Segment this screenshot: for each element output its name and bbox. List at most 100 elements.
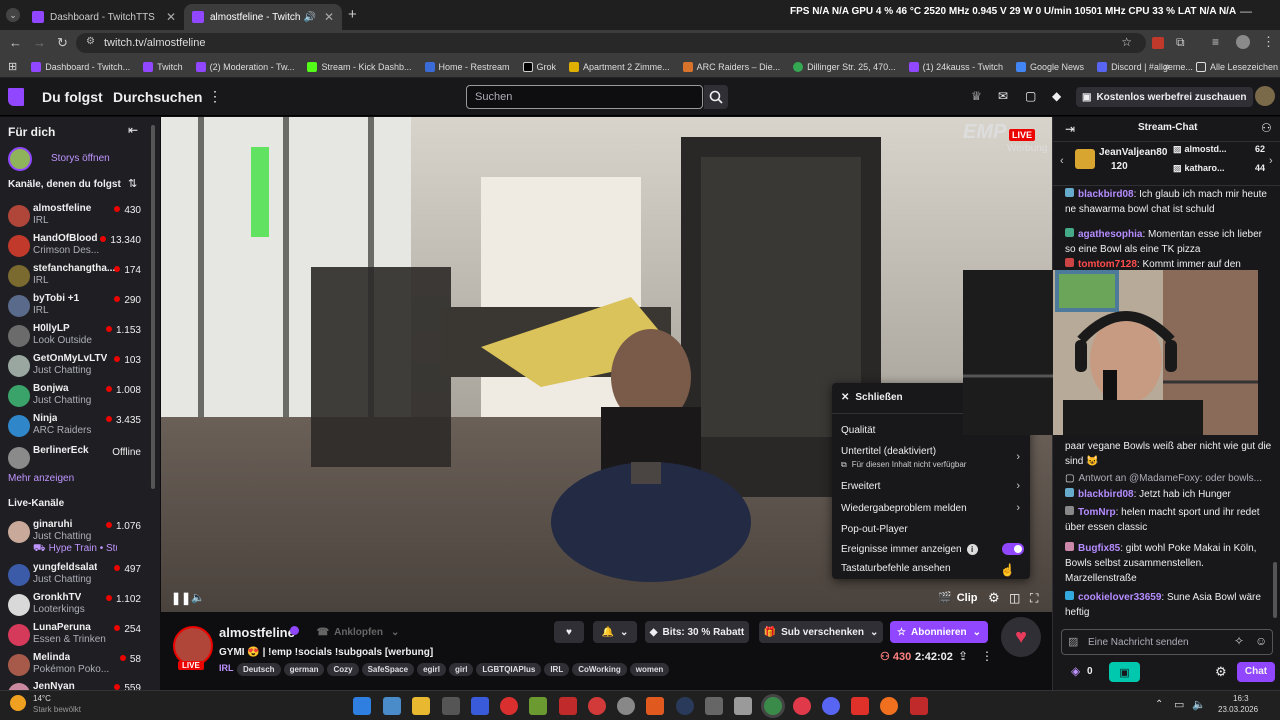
follow-heart-button[interactable]: ♥ [554,621,584,643]
chat-message[interactable]: blackbird08: Jetzt hab ich Hunger [1065,487,1273,502]
sidebar-live-channel[interactable]: yungfeldsalat Just Chatting 497 [0,560,155,590]
show-more-link[interactable]: Mehr anzeigen [8,473,74,484]
ring-app-icon[interactable] [617,697,635,715]
file-explorer-icon[interactable] [412,697,430,715]
close-tab-icon[interactable]: ✕ [324,10,334,24]
bookmark-item[interactable]: (2) Moderation - Tw... [195,61,294,72]
weather-icon[interactable] [10,695,26,711]
sidebar-channel[interactable]: GetOnMyLvLTV Just Chatting 103 [0,351,155,381]
chat-message[interactable]: TomNrp: helen macht sport und ihr redet … [1065,505,1273,535]
collapse-chat-icon[interactable]: ⇥ [1065,122,1075,136]
inbox-icon[interactable]: ✉ [998,89,1008,103]
orange-app-icon[interactable] [646,697,664,715]
magic-icon[interactable]: ✧ [1234,634,1244,648]
clip-button[interactable]: 🎬 Clip [938,591,977,605]
sidebar-channel[interactable]: Bonjwa Just Chatting 1.008 [0,381,155,411]
chat-username[interactable]: blackbird08 [1078,189,1134,200]
red-circle-app-icon[interactable] [588,697,606,715]
adfree-button[interactable]: ▣ Kostenlos werbefrei zuschauen [1076,87,1253,107]
extensions-puzzle-icon[interactable]: ⧉ [1176,35,1185,50]
forward-icon[interactable]: → [33,35,46,50]
stories-open[interactable]: Storys öffnen [8,147,158,171]
collapse-sidebar-icon[interactable]: ⇤ [128,123,138,137]
reading-list-icon[interactable]: ≡ [1212,35,1219,49]
apps-grid-icon[interactable]: ⊞ [8,60,17,73]
audio-icon[interactable]: 🔊 [303,12,315,23]
sidebar-channel[interactable]: byTobi +1 IRL 290 [0,291,155,321]
leaderboard-prev-icon[interactable]: ‹ [1060,155,1064,167]
stream-tag[interactable]: german [283,663,325,676]
hype-heart-button[interactable]: ♥ [1001,617,1041,657]
user-avatar[interactable] [1255,86,1275,106]
browser-tab-dashboard[interactable]: Dashboard - TwitchTTS ✕ [24,4,184,30]
claim-bonus-button[interactable]: ▣ [1109,662,1140,682]
sidebar-live-channel[interactable]: ginaruhi Just Chatting 1.076 ⛟ Hype Train • … [0,517,155,554]
bookmark-item[interactable]: ARC Raiders – Die... [682,61,780,72]
chrome-icon[interactable] [764,697,782,715]
settings-gear-icon[interactable]: ⚙ [988,590,1000,606]
nav-following[interactable]: Du folgst [42,89,103,105]
steam-icon[interactable] [676,697,694,715]
new-tab-button[interactable]: + [348,6,357,23]
search-input[interactable]: Suchen [466,85,703,109]
browser-tab-almostfeline[interactable]: almostfeline - Twitch 🔊 ✕ [184,4,342,30]
chat-username[interactable]: agathesophia [1078,229,1142,240]
all-bookmarks[interactable]: Alle Lesezeichen [1196,61,1278,72]
sidebar-channel[interactable]: HandOfBlood Crimson Des... 13.340 [0,231,155,261]
bookmark-item[interactable]: Home - Restream [424,61,510,72]
network-icon[interactable]: ▭ [1174,698,1184,711]
events-toggle[interactable] [1002,543,1024,555]
bookmark-item[interactable]: Google News [1016,61,1084,72]
sidebar-scrollbar[interactable] [151,125,155,489]
bird-app-icon[interactable] [851,697,869,715]
extension-icon[interactable] [1152,37,1164,49]
menu-advanced[interactable]: Erweitert [841,481,880,492]
stream-tag[interactable]: SafeSpace [361,663,415,676]
opera-icon[interactable] [793,697,811,715]
sidebar-channel[interactable]: H0llyLP Look Outside 1.153 [0,321,155,351]
sidebar-live-channel[interactable]: LunaPeruna Essen & Trinken 254 [0,620,155,650]
reload-icon[interactable]: ↻ [57,35,68,51]
pause-icon[interactable]: ❚❚ [171,591,191,605]
more-nav-icon[interactable]: ⋮ [208,88,222,105]
network-app-icon[interactable] [705,697,723,715]
back-icon[interactable]: ← [9,35,22,50]
stream-tag[interactable]: egirl [417,663,446,676]
notifications-button[interactable]: 🔔 ⌄ [593,621,637,643]
stream-tag[interactable]: Cozy [327,663,359,676]
sidebar-channel[interactable]: Ninja ARC Raiders 3.435 [0,411,155,441]
clock-date[interactable]: 23.03.2026 [1218,705,1258,714]
discord-icon[interactable] [822,697,840,715]
vscode-icon[interactable] [471,697,489,715]
menu-popout[interactable]: Pop-out-Player [841,524,908,535]
crown-prime-icon[interactable]: ♕ [971,89,982,103]
browser-menu-icon[interactable]: ⋮ [1262,34,1275,50]
chat-username[interactable]: blackbird08 [1078,489,1134,500]
sidebar-channel[interactable]: BerlinerEck Offline [0,443,155,473]
site-info-icon[interactable]: ⚙ [86,36,95,47]
sidebar-channel[interactable]: stefanchangtha... IRL 174 [0,261,155,291]
sidebar-live-channel[interactable]: Melinda Pokémon Poko... 58 [0,650,155,680]
volume-icon[interactable]: 🔈 [191,591,205,604]
bookmark-item[interactable]: Twitch [143,61,183,72]
menu-subtitles[interactable]: Untertitel (deaktiviert) [841,446,936,457]
menu-close[interactable]: ✕ Schließen [841,392,903,403]
chat-message[interactable]: ▢ Antwort an @MadameFoxy: oder bowls... [1065,471,1273,486]
fullscreen-icon[interactable]: ⛶ [1030,591,1038,606]
bookmark-item[interactable]: Dashboard - Twitch... [31,61,130,72]
stream-tag[interactable]: women [629,663,670,676]
leaderboard-next-icon[interactable]: › [1269,155,1273,167]
bits-icon[interactable]: ◆ [1052,89,1061,103]
clock-time[interactable]: 16:3 [1233,694,1249,703]
sidebar-live-channel[interactable]: GronkhTV Looterkings 1.102 [0,590,155,620]
sidebar-live-channel[interactable]: JenNyan 559 [0,679,155,690]
tab-list-button[interactable]: ⌄ [6,8,20,22]
chat-input[interactable]: ▨ Eine Nachricht senden ✧ ☺ [1061,629,1273,655]
stack-app-icon[interactable] [529,697,547,715]
share-icon[interactable]: ⇪ [958,649,968,663]
more-options-icon[interactable]: ⋮ [981,649,993,663]
menu-quality[interactable]: Qualität [841,425,875,436]
bookmarks-overflow-icon[interactable]: » [1164,61,1170,73]
profile-avatar[interactable] [1236,35,1250,49]
stream-tag[interactable]: CoWorking [572,663,627,676]
